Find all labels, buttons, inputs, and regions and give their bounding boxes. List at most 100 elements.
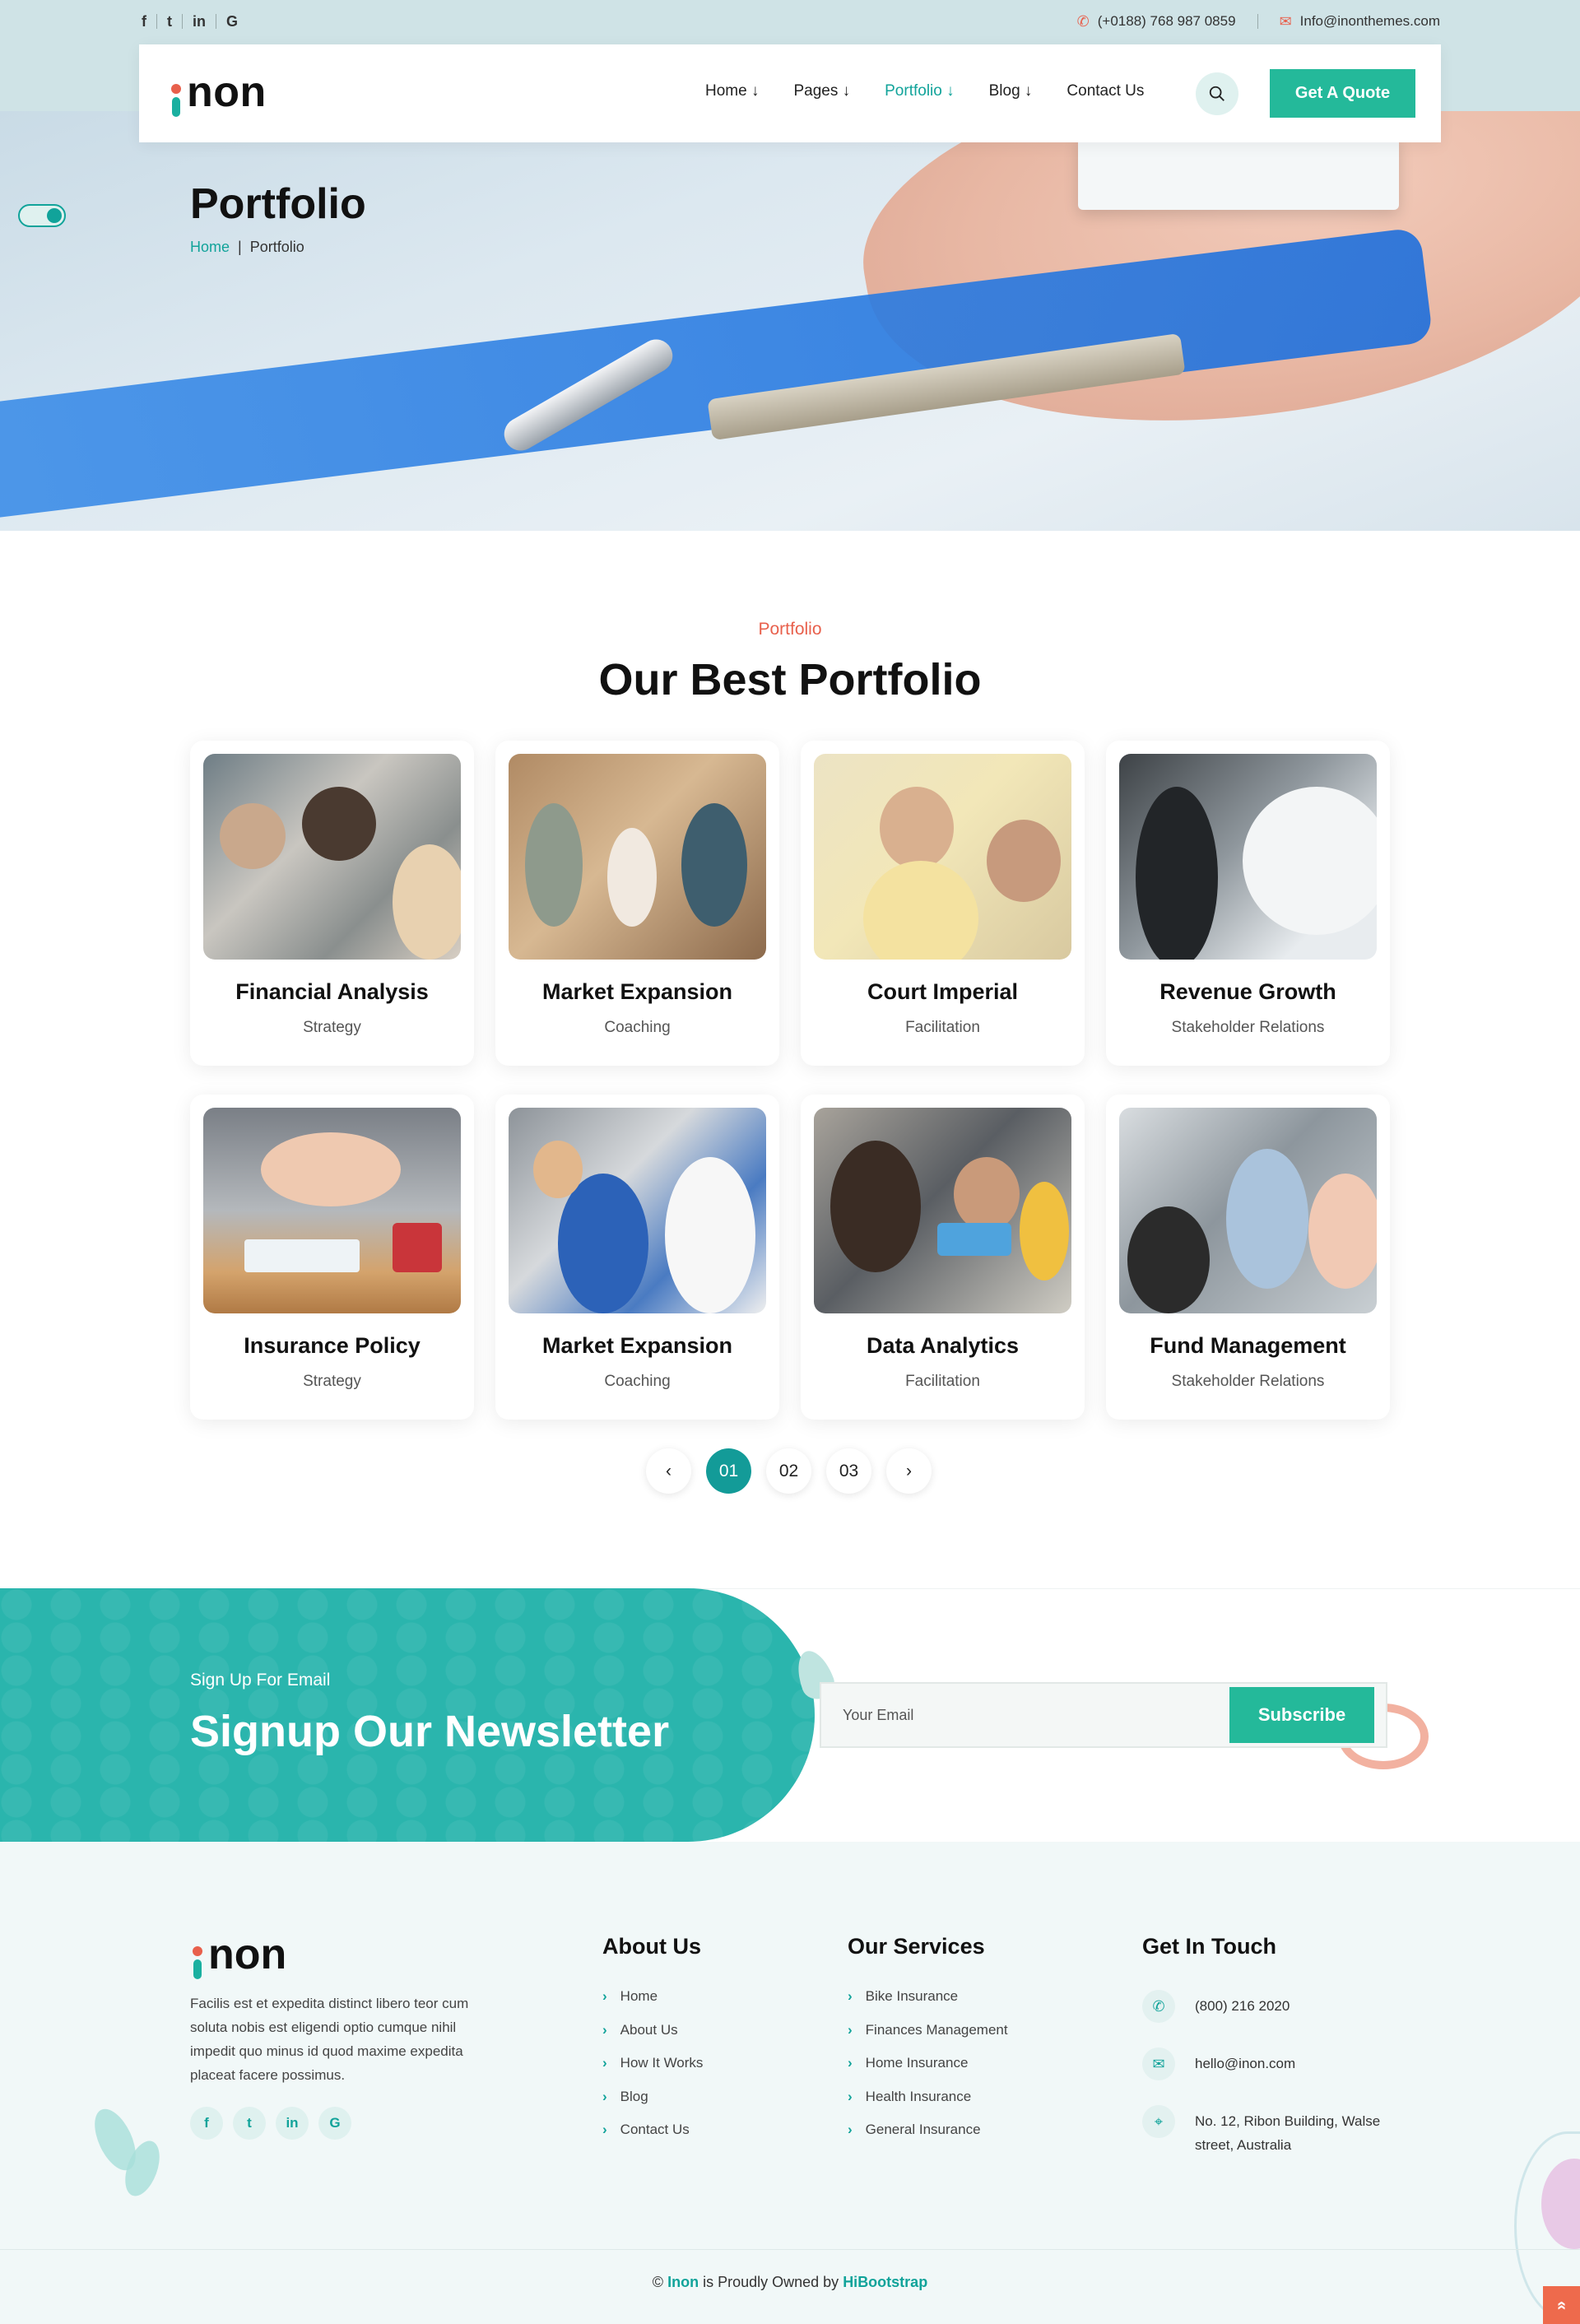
newsletter-title: Signup Our Newsletter <box>190 1707 670 1756</box>
location-pin-icon: ⌖ <box>1142 2105 1175 2138</box>
theme-toggle[interactable] <box>18 204 66 227</box>
footer-email[interactable]: ✉ hello@inon.com <box>1142 2047 1414 2080</box>
footer-link-label: General Insurance <box>865 2122 981 2137</box>
footer-link[interactable]: › Home <box>602 1988 703 2022</box>
portfolio-image <box>814 1108 1071 1313</box>
facebook-icon[interactable]: f <box>142 14 157 29</box>
footer-link[interactable]: › Health Insurance <box>848 2089 1008 2122</box>
page-title: Portfolio <box>190 180 366 228</box>
portfolio-image <box>203 1108 461 1313</box>
footer-link[interactable]: › How It Works <box>602 2055 703 2089</box>
footer-about-text: Facilis est et expedita distinct libero … <box>190 1996 469 2083</box>
chevron-right-icon: › <box>602 2088 607 2104</box>
footer-link[interactable]: › Bike Insurance <box>848 1988 1008 2022</box>
section-title: Our Best Portfolio <box>598 655 982 704</box>
footer-link[interactable]: › Home Insurance <box>848 2055 1008 2089</box>
portfolio-card[interactable]: Data Analytics Facilitation <box>801 1095 1085 1420</box>
logo[interactable]: non <box>169 67 267 117</box>
portfolio-card[interactable]: Market Expansion Coaching <box>495 1095 779 1420</box>
portfolio-category: Stakeholder Relations <box>1171 1373 1325 1390</box>
breadcrumb-separator: | <box>238 239 242 255</box>
top-phone[interactable]: ✆ (+0188) 768 987 0859 <box>1077 13 1236 30</box>
page-button-03[interactable]: 03 <box>826 1448 871 1494</box>
page-button-01[interactable]: 01 <box>706 1448 751 1494</box>
footer-logo[interactable]: non <box>190 1930 286 1979</box>
portfolio-category: Strategy <box>303 1373 361 1390</box>
chevron-right-icon: › <box>602 1988 607 2004</box>
portfolio-image <box>509 1108 766 1313</box>
footer-contact-title: Get In Touch <box>1142 1934 1276 1959</box>
portfolio-card[interactable]: Market Expansion Coaching <box>495 741 779 1066</box>
footer-divider <box>0 2249 1580 2250</box>
google-icon[interactable]: G <box>318 2107 351 2140</box>
portfolio-image <box>1119 1108 1377 1313</box>
copyright-brand[interactable]: Inon <box>667 2274 699 2290</box>
chevron-right-icon: › <box>848 2021 853 2038</box>
portfolio-card[interactable]: Court Imperial Facilitation <box>801 741 1085 1066</box>
portfolio-card[interactable]: Financial Analysis Strategy <box>190 741 474 1066</box>
next-page-button[interactable]: › <box>886 1448 932 1494</box>
footer-link-label: Finances Management <box>865 2021 1008 2038</box>
portfolio-title: Court Imperial <box>867 979 1019 1004</box>
portfolio-card[interactable]: Fund Management Stakeholder Relations <box>1106 1095 1390 1420</box>
subscribe-button[interactable]: Subscribe <box>1229 1687 1374 1743</box>
portfolio-card[interactable]: Revenue Growth Stakeholder Relations <box>1106 741 1390 1066</box>
portfolio-category: Stakeholder Relations <box>1171 1019 1325 1036</box>
footer-link-label: Home <box>620 1988 658 2004</box>
top-email[interactable]: ✉ Info@inonthemes.com <box>1280 13 1440 30</box>
linkedin-icon[interactable]: in <box>183 14 216 29</box>
breadcrumb-home[interactable]: Home <box>190 239 230 256</box>
twitter-icon[interactable]: t <box>157 14 183 29</box>
chevron-right-icon: › <box>848 2088 853 2104</box>
search-button[interactable] <box>1196 72 1238 115</box>
footer-link-label: How It Works <box>620 2055 704 2071</box>
footer-link-label: Bike Insurance <box>865 1988 959 2004</box>
google-icon[interactable]: G <box>216 14 248 29</box>
nav-menu: Home ↓ Pages ↓ Portfolio ↓ Blog ↓ Contac… <box>705 82 1144 100</box>
facebook-icon[interactable]: f <box>190 2107 223 2140</box>
footer-link[interactable]: › General Insurance <box>848 2122 1008 2155</box>
main-navbar: non Home ↓ Pages ↓ Portfolio ↓ Blog ↓ Co… <box>139 44 1441 142</box>
footer-link-label: Home Insurance <box>865 2055 969 2071</box>
portfolio-title: Market Expansion <box>541 1333 733 1358</box>
top-social-links: f t in G <box>142 12 248 31</box>
copyright-symbol: © <box>652 2274 664 2290</box>
footer-link[interactable]: › Blog <box>602 2089 703 2122</box>
footer-link[interactable]: › About Us <box>602 2022 703 2056</box>
portfolio-image <box>814 754 1071 960</box>
nav-item-home[interactable]: Home ↓ <box>705 82 759 100</box>
email-input[interactable]: Your Email <box>843 1707 913 1724</box>
nav-item-portfolio[interactable]: Portfolio ↓ <box>885 82 954 100</box>
footer-link[interactable]: › Finances Management <box>848 2022 1008 2056</box>
pagination: ‹ 01 02 03 › <box>646 1448 932 1494</box>
mail-icon: ✉ <box>1279 12 1292 30</box>
nav-item-pages[interactable]: Pages ↓ <box>793 82 850 100</box>
copyright-owner[interactable]: HiBootstrap <box>843 2274 927 2290</box>
twitter-icon[interactable]: t <box>233 2107 266 2140</box>
page-button-02[interactable]: 02 <box>766 1448 811 1494</box>
double-chevron-up-icon: » <box>1552 2300 1570 2310</box>
newsletter-form: Your Email Subscribe <box>820 1682 1387 1748</box>
linkedin-icon[interactable]: in <box>276 2107 309 2140</box>
portfolio-image <box>1119 754 1377 960</box>
prev-page-button[interactable]: ‹ <box>646 1448 691 1494</box>
portfolio-title: Data Analytics <box>866 1333 1020 1358</box>
portfolio-card[interactable]: Insurance Policy Strategy <box>190 1095 474 1420</box>
nav-item-blog[interactable]: Blog ↓ <box>989 82 1033 100</box>
mail-icon: ✉ <box>1142 2047 1175 2080</box>
portfolio-image <box>203 754 461 960</box>
portfolio-title: Fund Management <box>1150 1333 1346 1358</box>
footer-phone[interactable]: ✆ (800) 216 2020 <box>1142 1990 1414 2023</box>
portfolio-category: Coaching <box>604 1019 671 1036</box>
chevron-right-icon: › <box>602 2122 607 2137</box>
portfolio-image <box>509 754 766 960</box>
footer-contact-list: ✆ (800) 216 2020 ✉ hello@inon.com ⌖ No. … <box>1142 1990 1414 2182</box>
footer-link[interactable]: › Contact Us <box>602 2122 703 2155</box>
newsletter-subtitle: Sign Up For Email <box>190 1671 331 1690</box>
scroll-top-button[interactable]: » <box>1543 2286 1580 2324</box>
footer-address: ⌖ No. 12, Ribon Building, Walse street, … <box>1142 2105 1414 2157</box>
nav-item-contact[interactable]: Contact Us <box>1066 82 1144 100</box>
copyright: © Inon is Proudly Owned by HiBootstrap <box>0 2274 1580 2291</box>
chevron-right-icon: › <box>602 2055 607 2071</box>
get-quote-button[interactable]: Get A Quote <box>1270 69 1415 118</box>
